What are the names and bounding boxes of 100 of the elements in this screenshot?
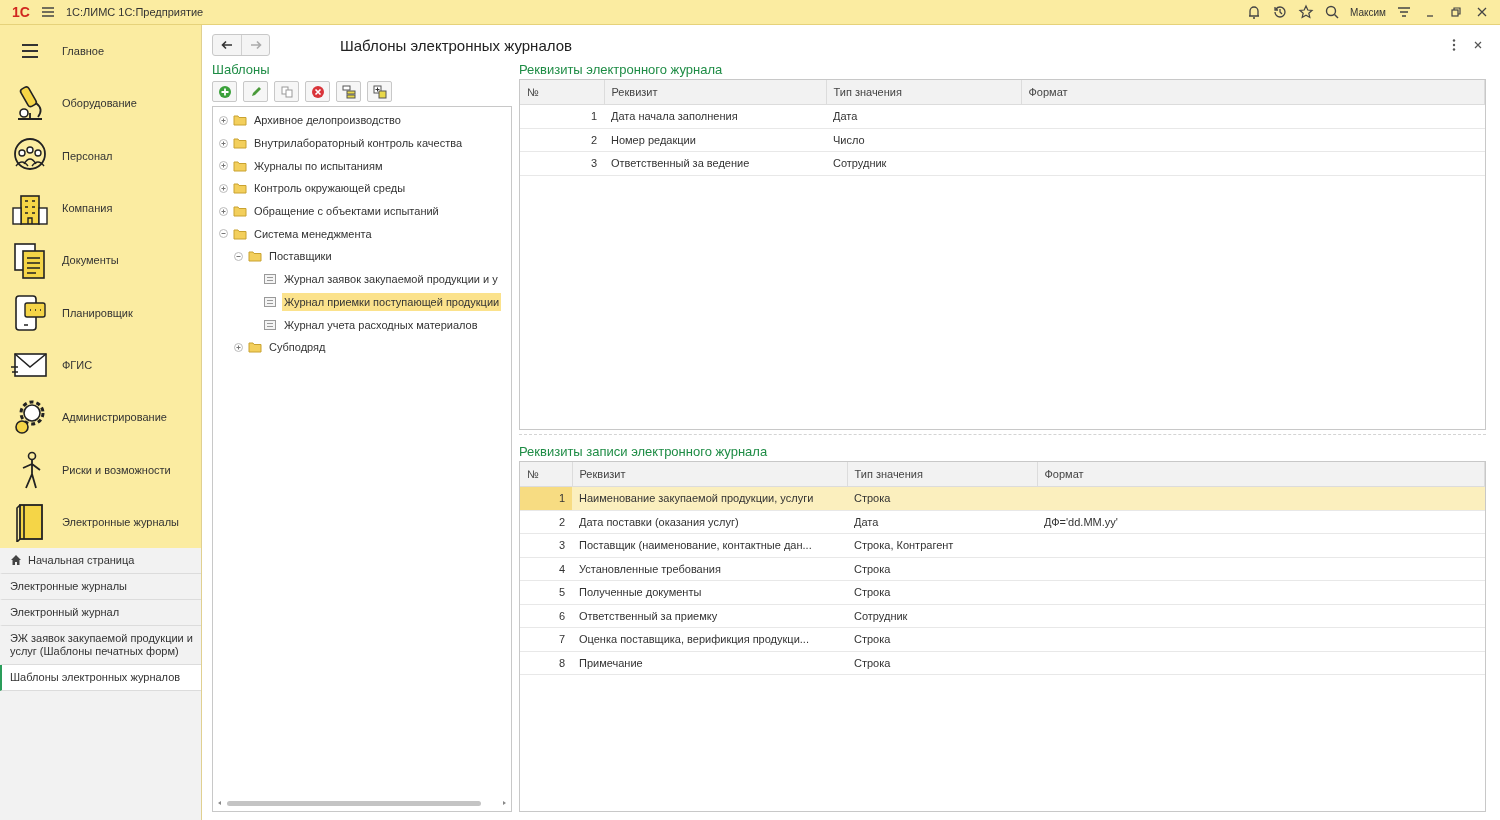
column-header[interactable]: Тип значения <box>826 80 1021 105</box>
history-item[interactable]: Электронный журнал <box>0 599 201 626</box>
hierarchy-button[interactable] <box>336 81 361 102</box>
expand-icon[interactable] <box>234 342 243 352</box>
table-cell: 3 <box>520 151 604 175</box>
table-cell: Поставщик (наименование, контактные дан... <box>572 533 847 557</box>
sidebar-section[interactable]: Планировщик <box>0 286 201 339</box>
expand-icon[interactable] <box>219 206 228 216</box>
sidebar-section[interactable]: Электронные журналы <box>0 495 201 548</box>
table-cell: Строка <box>847 627 1037 651</box>
table-cell: Ответственный за приемку <box>572 604 847 628</box>
tree-item[interactable]: Архивное делопроизводство <box>252 111 403 130</box>
tree-item[interactable]: Журнал заявок закупаемой продукции и у <box>282 270 500 289</box>
tree-item[interactable]: Внутрилабораторный контроль качества <box>252 134 464 153</box>
table-cell: 5 <box>520 580 572 604</box>
sidebar-section[interactable]: Администрирование <box>0 391 201 444</box>
column-header[interactable]: № <box>520 80 604 105</box>
folder-icon <box>233 181 247 196</box>
history-item[interactable]: Начальная страница <box>0 547 201 574</box>
add-group-button[interactable] <box>367 81 392 102</box>
history-icon[interactable] <box>1272 4 1289 20</box>
scroll-right-icon[interactable] <box>501 800 507 806</box>
table-cell: 6 <box>520 604 572 628</box>
folder-icon <box>233 158 247 173</box>
table-cell: Строка, Контрагент <box>847 533 1037 557</box>
table-cell: 8 <box>520 651 572 675</box>
table-cell: 1 <box>520 486 572 510</box>
collapse-icon[interactable] <box>219 229 228 239</box>
expand-icon[interactable] <box>219 183 228 193</box>
sidebar-section[interactable]: Риски и возможности <box>0 443 201 496</box>
tree-item[interactable]: Субподряд <box>267 338 328 357</box>
sidebar-section[interactable]: ФГИС <box>0 338 201 392</box>
tree-title: Шаблоны <box>212 61 271 79</box>
column-header[interactable]: Реквизит <box>572 462 847 487</box>
tree-item[interactable]: Журнал учета расходных материалов <box>282 315 480 334</box>
logo: 1С <box>12 4 30 20</box>
history-item[interactable]: ЭЖ заявок закупаемой продукции и услуг (Шаблоны печатных форм) <box>0 625 201 665</box>
star-icon[interactable] <box>1298 4 1315 20</box>
table-cell: Строка <box>847 486 1037 510</box>
add-button[interactable] <box>212 81 237 102</box>
add-icon <box>217 84 232 99</box>
tree-item[interactable]: Система менеджмента <box>252 224 374 243</box>
sidebar-section[interactable]: Документы <box>0 234 201 287</box>
table-cell: ДФ='dd.MM.yy' <box>1037 510 1485 534</box>
table-cell: Ответственный за ведение <box>604 151 826 175</box>
home-icon <box>10 554 22 567</box>
expand-icon[interactable] <box>219 161 228 171</box>
search-icon[interactable] <box>1324 4 1341 20</box>
tree-item[interactable]: Поставщики <box>267 247 334 266</box>
tree-item[interactable]: Контроль окружающей среды <box>252 179 408 198</box>
sidebar-section[interactable]: Главное <box>0 25 201 78</box>
edit-button[interactable] <box>243 81 268 102</box>
expand-icon[interactable] <box>219 138 228 148</box>
folder-icon <box>233 204 247 219</box>
table-cell: Строка <box>847 557 1037 581</box>
table-cell: 4 <box>520 557 572 581</box>
hierarchy-icon <box>341 84 356 99</box>
table-cell: 3 <box>520 533 572 557</box>
back-arrow-icon <box>220 38 234 52</box>
table-cell: Наименование закупаемой продукции, услуги <box>572 486 847 510</box>
table-cell: Оценка поставщика, верификция продукци... <box>572 627 847 651</box>
sidebar-section[interactable]: Оборудование <box>0 77 201 130</box>
sidebar-section[interactable]: Компания <box>0 181 201 235</box>
table-cell: 7 <box>520 627 572 651</box>
column-header[interactable]: Формат <box>1021 80 1485 105</box>
column-header[interactable]: № <box>520 462 572 487</box>
folder-icon <box>248 340 262 355</box>
folder-icon <box>233 226 247 241</box>
column-header[interactable]: Формат <box>1037 462 1485 487</box>
expand-icon[interactable] <box>219 115 228 125</box>
user-name[interactable]: Максим <box>1350 6 1386 18</box>
table-cell: Дата начала заполнения <box>604 104 826 128</box>
scroll-left-icon[interactable] <box>217 800 223 806</box>
table-cell: Число <box>826 128 1021 152</box>
history-item[interactable]: Электронные журналы <box>0 573 201 600</box>
table-title: Реквизиты записи электронного журнала <box>519 443 769 461</box>
folder-icon <box>233 113 247 128</box>
folder-icon <box>248 249 262 264</box>
copy-icon <box>279 84 294 99</box>
sidebar-section[interactable]: Персонал <box>0 129 201 182</box>
list-document-icon <box>263 317 277 332</box>
filter-menu-icon[interactable] <box>1396 4 1412 20</box>
folder-icon <box>233 136 247 151</box>
app-title: 1С:ЛИМС 1С:Предприятие <box>65 6 204 18</box>
table-cell: 2 <box>520 510 572 534</box>
column-header[interactable]: Тип значения <box>847 462 1037 487</box>
collapse-icon[interactable] <box>234 251 243 261</box>
tree-item[interactable]: Обращение с объектами испытаний <box>252 202 441 221</box>
table-cell: Номер редакции <box>604 128 826 152</box>
delete-button[interactable] <box>305 81 330 102</box>
tree-item[interactable]: Журналы по испытаниям <box>252 156 385 175</box>
list-document-icon <box>263 294 277 309</box>
history-item[interactable]: Шаблоны электронных журналов <box>0 664 201 691</box>
menu-icon[interactable] <box>39 4 56 20</box>
table-title: Реквизиты электронного журнала <box>519 61 724 79</box>
form-title: Шаблоны электронных журналов <box>340 36 572 54</box>
tree-item[interactable]: Журнал приемки поступающей продукции <box>282 292 502 311</box>
table-cell: Строка <box>847 580 1037 604</box>
column-header[interactable]: Реквизит <box>604 80 826 105</box>
restore-icon[interactable] <box>1448 4 1464 20</box>
